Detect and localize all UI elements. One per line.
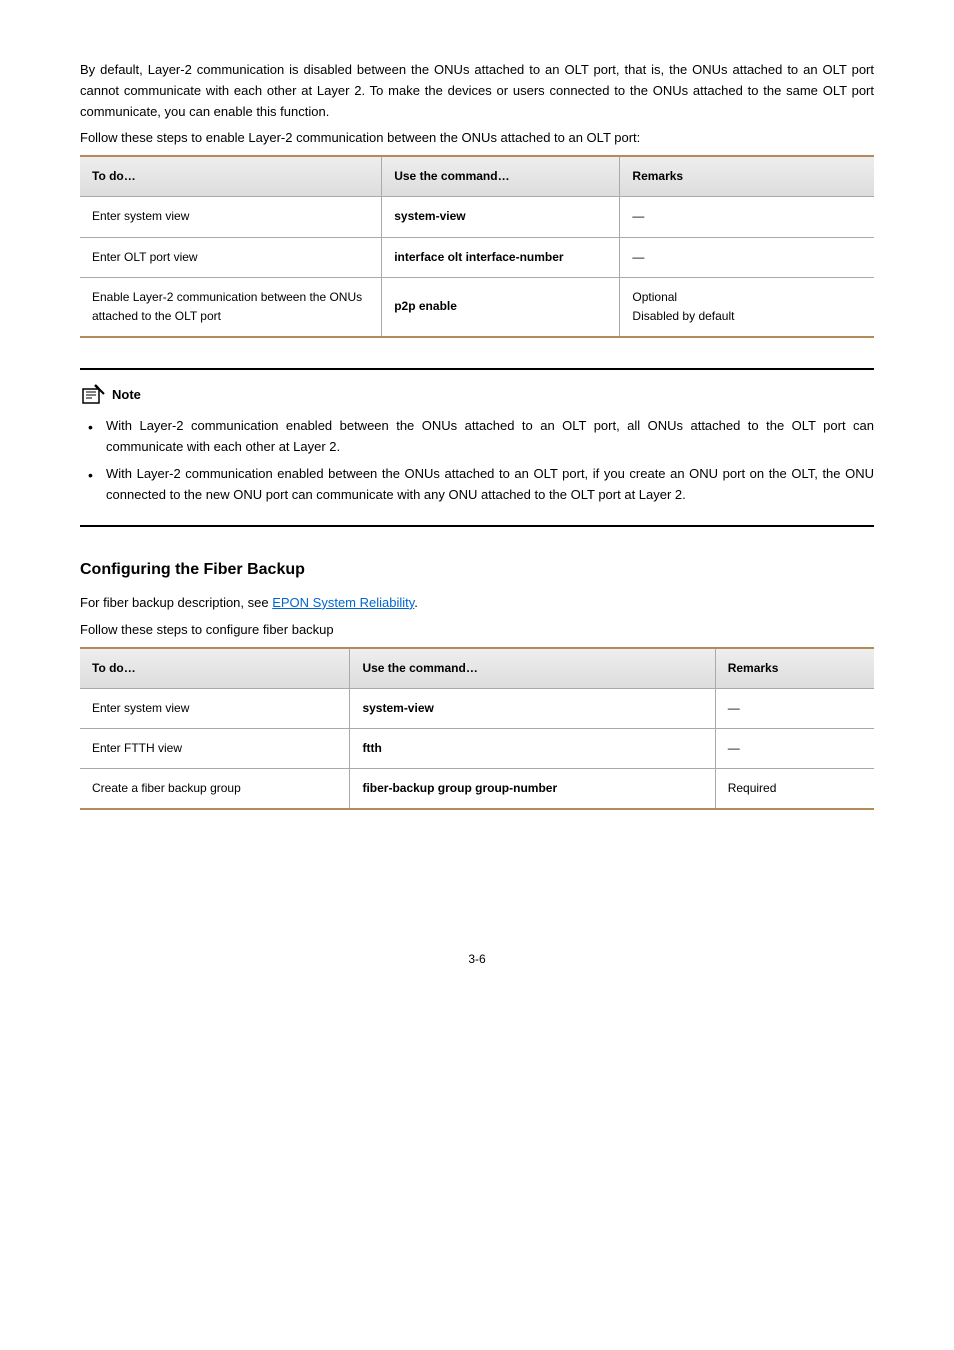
table2-r3-c1: Create a fiber backup group (80, 769, 350, 810)
table1-header-todo: To do… (80, 156, 382, 197)
table-layer2-comm: To do… Use the command… Remarks Enter sy… (80, 155, 874, 338)
table1-header-remarks: Remarks (620, 156, 874, 197)
note-item-1: With Layer-2 communication enabled betwe… (106, 416, 874, 458)
fiber-desc: For fiber backup description, see EPON S… (80, 593, 874, 614)
intro-paragraph-1: By default, Layer-2 communication is dis… (80, 60, 874, 122)
note-block: Note With Layer-2 communication enabled … (80, 368, 874, 527)
table1-r2-c3: — (620, 237, 874, 277)
table1-r1-c2: system-view (382, 197, 620, 237)
table1-r2-c1: Enter OLT port view (80, 237, 382, 277)
table2-r1-c1: Enter system view (80, 688, 350, 728)
table1-r3-c1: Enable Layer-2 communication between the… (80, 277, 382, 337)
table2-r2-c1: Enter FTTH view (80, 728, 350, 768)
table-row: Enter FTTH view ftth — (80, 728, 874, 768)
table2-r1-c2: system-view (350, 688, 715, 728)
table2-r2-c2: ftth (350, 728, 715, 768)
table1-header-command: Use the command… (382, 156, 620, 197)
section-title-fiber-backup: Configuring the Fiber Backup (80, 557, 874, 583)
table-row: Enter system view system-view — (80, 197, 874, 237)
note-header: Note (80, 384, 874, 406)
note-item-2: With Layer-2 communication enabled betwe… (106, 464, 874, 506)
table1-r1-c1: Enter system view (80, 197, 382, 237)
table-row: Enter system view system-view — (80, 688, 874, 728)
table2-r3-c2: fiber-backup group group-number (350, 769, 715, 810)
table-row: Enter OLT port view interface olt interf… (80, 237, 874, 277)
table2-r3-c3: Required (715, 769, 874, 810)
note-label: Note (112, 385, 141, 406)
table2-header-command: Use the command… (350, 648, 715, 689)
intro-paragraph-2: Follow these steps to enable Layer-2 com… (80, 128, 874, 149)
table-fiber-backup: To do… Use the command… Remarks Enter sy… (80, 647, 874, 811)
table2-r1-c3: — (715, 688, 874, 728)
table1-r1-c3: — (620, 197, 874, 237)
note-icon (80, 384, 106, 406)
table2-r2-c3: — (715, 728, 874, 768)
table1-r2-c2: interface olt interface-number (382, 237, 620, 277)
page-number: 3-6 (80, 950, 874, 969)
table1-r3-c3: Optional Disabled by default (620, 277, 874, 337)
table-row: Create a fiber backup group fiber-backup… (80, 769, 874, 810)
fiber-steps: Follow these steps to configure fiber ba… (80, 620, 874, 641)
table2-header-todo: To do… (80, 648, 350, 689)
table-row: Enable Layer-2 communication between the… (80, 277, 874, 337)
table1-r3-c2: p2p enable (382, 277, 620, 337)
link-epon-reliability[interactable]: EPON System Reliability (272, 595, 414, 610)
table2-header-remarks: Remarks (715, 648, 874, 689)
